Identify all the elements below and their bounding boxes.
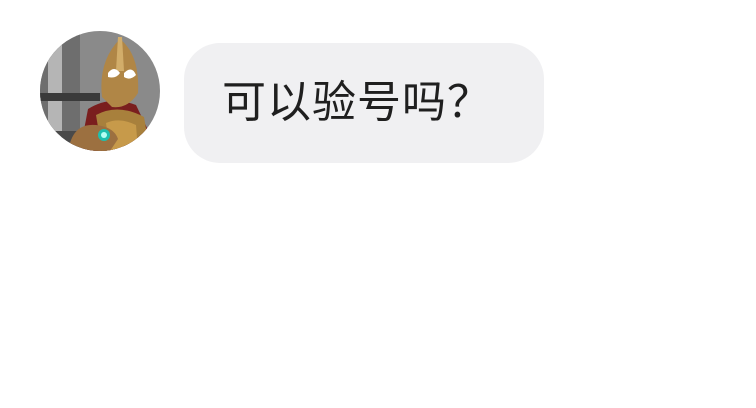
message-bubble[interactable]: 可以验号吗？ bbox=[184, 43, 544, 163]
message-text: 可以验号吗？ bbox=[222, 77, 492, 128]
avatar[interactable] bbox=[40, 31, 160, 151]
armored-hero-avatar-icon bbox=[40, 31, 160, 151]
chat-message-row: 可以验号吗？ bbox=[0, 0, 756, 408]
